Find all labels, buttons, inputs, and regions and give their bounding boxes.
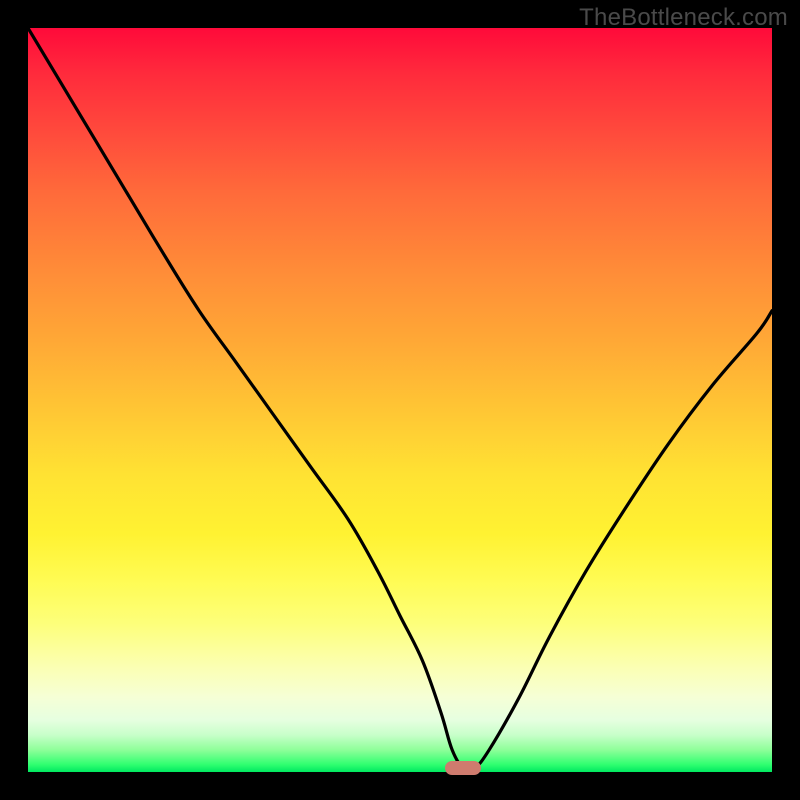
optimal-marker [445, 761, 481, 775]
chart-plot-area [28, 28, 772, 772]
bottleneck-curve [28, 28, 772, 772]
watermark-text: TheBottleneck.com [579, 4, 788, 32]
chart-frame: TheBottleneck.com [0, 0, 800, 800]
